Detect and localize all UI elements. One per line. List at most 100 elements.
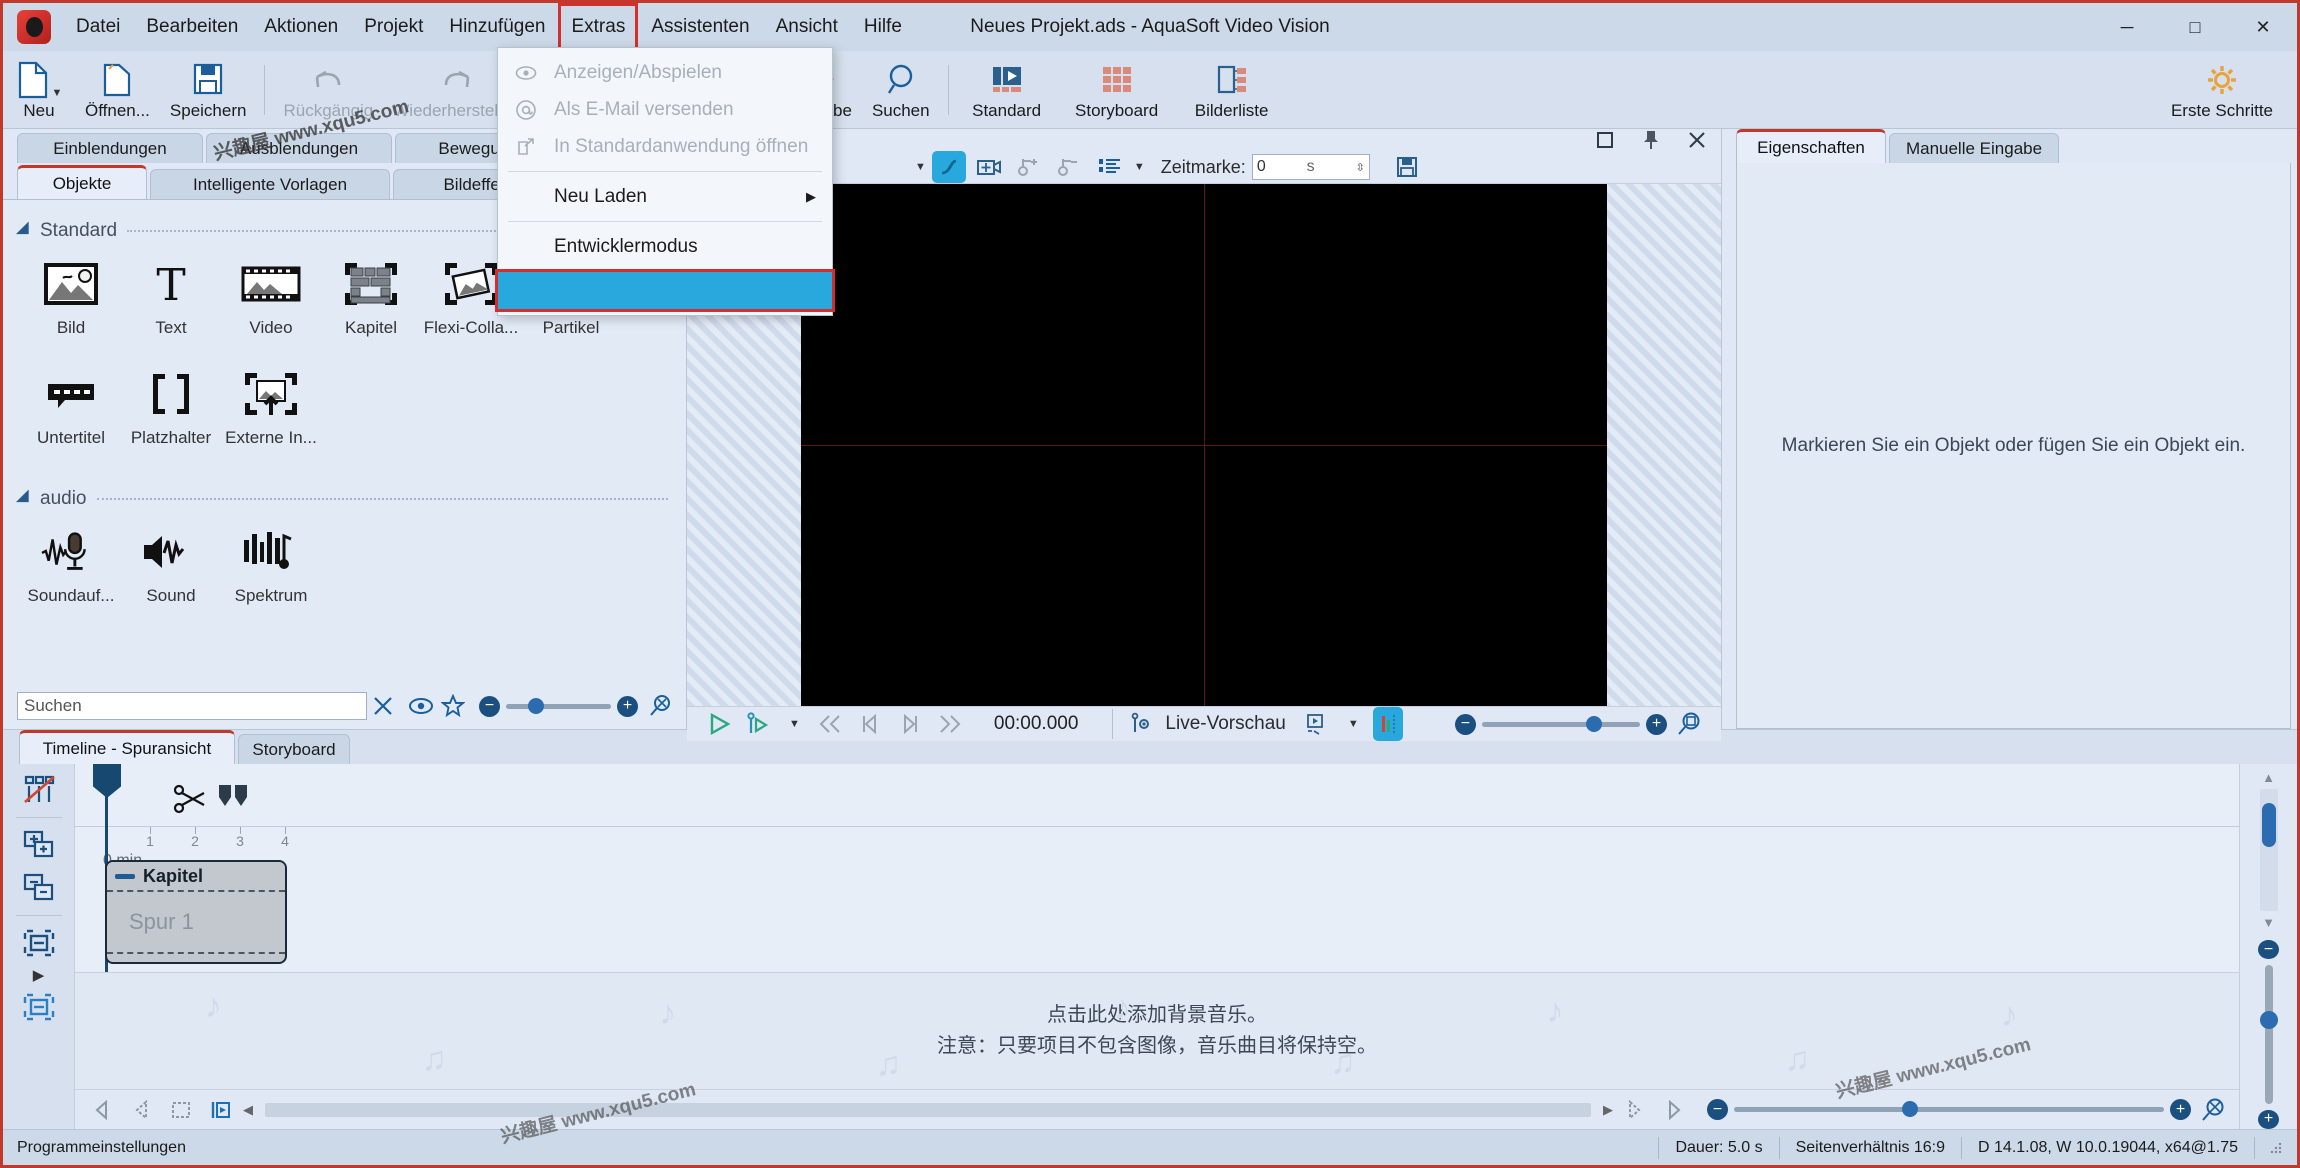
menu-item-entwicklermodus[interactable]: Entwicklermodus xyxy=(498,228,832,265)
slider-knob[interactable] xyxy=(528,697,544,714)
timeline-zoom-slider[interactable]: − + xyxy=(1707,1099,2191,1120)
object-platzhalter[interactable]: Platzhalter xyxy=(121,358,221,454)
jump-end-icon[interactable] xyxy=(1657,1093,1693,1127)
jump-start-icon[interactable] xyxy=(83,1093,119,1127)
star-icon[interactable] xyxy=(437,690,469,722)
remove-track-icon[interactable] xyxy=(16,868,62,908)
play-icon[interactable] xyxy=(701,707,737,741)
object-kapitel[interactable]: Kapitel xyxy=(321,248,421,344)
save-snapshot-icon[interactable] xyxy=(1390,151,1424,183)
zoom-fit-icon[interactable] xyxy=(1671,707,1707,741)
toolbar-bilderliste[interactable]: Bilderliste xyxy=(1177,53,1287,127)
timeline-horizontal-scrollbar[interactable] xyxy=(265,1102,1591,1117)
track-zoom-in-icon[interactable]: + xyxy=(2258,1109,2279,1129)
zoom-slider[interactable]: − + xyxy=(479,695,638,717)
zoom-reset-icon[interactable] xyxy=(644,690,676,722)
zoom-in-icon[interactable]: + xyxy=(617,695,638,717)
resize-grip-icon[interactable] xyxy=(2254,1136,2297,1159)
zoom-out-icon[interactable]: − xyxy=(1455,713,1476,735)
slider-track[interactable] xyxy=(1482,715,1640,732)
timeline-vertical-scrollbar[interactable] xyxy=(2259,789,2278,911)
menu-assistenten[interactable]: Assistenten xyxy=(638,3,762,51)
add-track-icon[interactable] xyxy=(16,825,62,865)
zoom-out-icon[interactable]: − xyxy=(1707,1099,1728,1120)
menu-item-als-email-versenden[interactable]: Als E-Mail versenden xyxy=(498,91,832,128)
menu-item-in-standardanwendung-oeffnen[interactable]: In Standardanwendung öffnen xyxy=(498,128,832,165)
slider-knob[interactable] xyxy=(2259,1011,2278,1030)
scissors-icon[interactable] xyxy=(171,782,211,816)
track-row[interactable]: Spur 1 xyxy=(107,890,285,952)
group-header-audio[interactable]: audio xyxy=(15,488,668,510)
extras-dropdown-menu[interactable]: Anzeigen/Abspielen Als E-Mail versenden … xyxy=(495,47,835,316)
slider-track[interactable] xyxy=(506,697,611,714)
menu-bearbeiten[interactable]: Bearbeiten xyxy=(133,3,251,51)
zoom-in-icon[interactable]: + xyxy=(2170,1099,2191,1120)
scrollbar-thumb[interactable] xyxy=(2261,803,2276,847)
slider-track[interactable] xyxy=(1734,1101,2164,1117)
toolbar-undo[interactable]: Rückgängig xyxy=(273,53,383,127)
clear-x-icon[interactable] xyxy=(367,690,399,722)
marker-icon[interactable] xyxy=(215,782,249,814)
chevron-down-icon[interactable]: ▼ xyxy=(1348,718,1359,730)
search-input[interactable]: Suchen xyxy=(17,692,367,720)
audio-levels-icon[interactable] xyxy=(1372,707,1403,741)
tab-storyboard[interactable]: Storyboard xyxy=(238,734,350,764)
tab-manuelle-eingabe[interactable]: Manuelle Eingabe xyxy=(1889,133,2059,163)
menu-hinzufuegen[interactable]: Hinzufügen xyxy=(436,3,558,51)
step-forward-icon[interactable] xyxy=(1617,1093,1653,1127)
timeline-tracks[interactable]: 0 min 0 min 1 2 3 4 xyxy=(75,764,2239,1129)
play-from-here-icon[interactable] xyxy=(741,707,777,741)
menu-item-anzeigen-abspielen[interactable]: Anzeigen/Abspielen xyxy=(498,54,832,91)
track-zoom-out-icon[interactable]: − xyxy=(2258,939,2279,960)
video-canvas[interactable] xyxy=(801,184,1607,706)
object-untertitel[interactable]: Untertitel xyxy=(21,358,121,454)
timeline-ruler[interactable]: 1 2 3 4 xyxy=(75,826,2239,849)
forward-icon[interactable] xyxy=(932,707,968,741)
step-back-icon[interactable] xyxy=(123,1093,159,1127)
menu-extras[interactable]: Extras xyxy=(558,3,639,51)
menu-item-neu-laden[interactable]: Neu Laden ▶ xyxy=(498,178,832,215)
toolbar-storyboard[interactable]: Storyboard xyxy=(1057,53,1177,127)
list-icon[interactable] xyxy=(1092,151,1126,183)
maximize-button[interactable]: □ xyxy=(2161,3,2229,51)
menu-datei[interactable]: Datei xyxy=(63,3,133,51)
eye-icon[interactable] xyxy=(405,690,437,722)
restore-icon[interactable] xyxy=(1595,130,1615,150)
toolbar-erste-schritte[interactable]: Erste Schritte xyxy=(2157,53,2287,127)
object-bild[interactable]: Bild xyxy=(21,248,121,344)
collapse-track-icon[interactable] xyxy=(16,923,62,963)
prev-frame-icon[interactable] xyxy=(852,707,888,741)
spinner-arrows-icon[interactable]: ⇳ xyxy=(1356,161,1365,174)
toolbar-open[interactable]: Öffnen... xyxy=(75,53,160,127)
live-preview-icon[interactable] xyxy=(1125,707,1161,741)
menu-bar[interactable]: Datei Bearbeiten Aktionen Projekt Hinzuf… xyxy=(63,3,915,51)
toolbar-suchen[interactable]: Suchen xyxy=(862,53,940,127)
object-video[interactable]: Video xyxy=(221,248,321,344)
tab-einblendungen[interactable]: Einblendungen xyxy=(17,133,203,163)
chapter-header[interactable]: Kapitel xyxy=(107,862,285,890)
keyframe-add-icon[interactable] xyxy=(1012,151,1046,183)
playhead-handle[interactable] xyxy=(93,764,121,798)
close-icon[interactable] xyxy=(1687,130,1707,150)
object-spektrum[interactable]: Spektrum xyxy=(221,516,321,612)
rewind-icon[interactable] xyxy=(812,707,848,741)
toolbar-new[interactable]: ▼ Neu xyxy=(3,53,75,127)
play-range-icon[interactable] xyxy=(203,1093,239,1127)
minimize-button[interactable]: ─ xyxy=(2093,3,2161,51)
object-soundaufnahme[interactable]: Soundauf... xyxy=(21,516,121,612)
chevron-down-icon[interactable]: ▼ xyxy=(789,718,800,730)
next-frame-icon[interactable] xyxy=(892,707,928,741)
chevron-down-icon[interactable]: ▼ xyxy=(915,161,926,173)
preview-zoom-slider[interactable]: − + xyxy=(1455,713,1667,735)
preview-window-icon[interactable] xyxy=(1298,707,1334,741)
object-externe-input[interactable]: Externe In... xyxy=(221,358,321,454)
toolbar-standard[interactable]: Standard xyxy=(957,53,1057,127)
tab-intelligente-vorlagen[interactable]: Intelligente Vorlagen xyxy=(150,169,390,199)
slider-knob[interactable] xyxy=(1902,1101,1918,1117)
zoom-fit-icon[interactable] xyxy=(2195,1093,2231,1127)
chapter-block[interactable]: Kapitel Spur 1 xyxy=(105,860,287,964)
curve-tool-icon[interactable] xyxy=(931,151,966,183)
collapse-triangle-icon[interactable] xyxy=(15,221,36,241)
track-height-slider[interactable] xyxy=(2259,965,2278,1104)
properties-tabs[interactable]: Eigenschaften Manuelle Eingabe xyxy=(1736,129,2297,163)
